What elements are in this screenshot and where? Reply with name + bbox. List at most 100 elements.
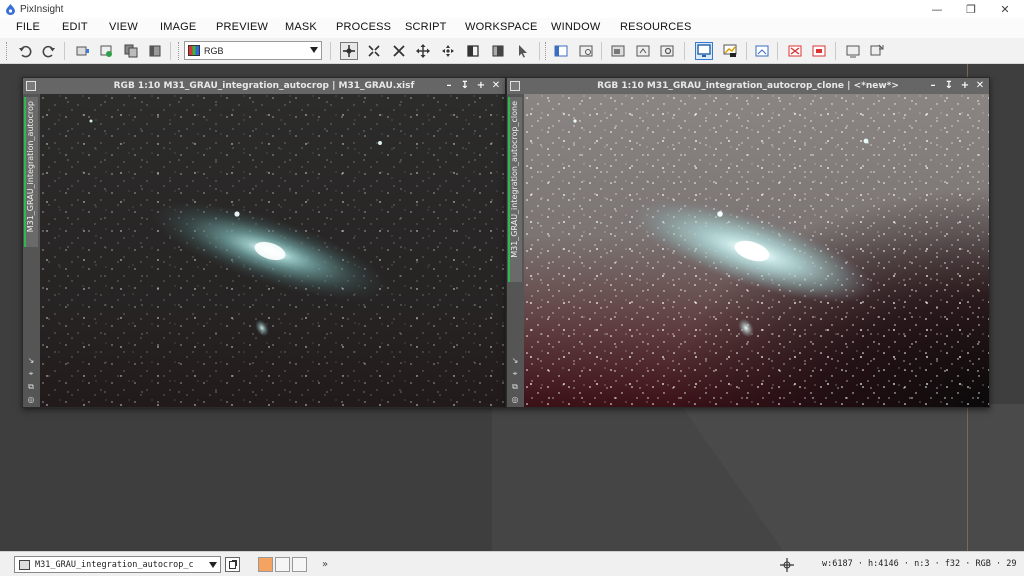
menu-script[interactable]: SCRIPT (405, 21, 447, 33)
separator (330, 42, 331, 60)
close-icon[interactable]: ✕ (988, 0, 1022, 18)
open-refresh-icon[interactable] (98, 42, 116, 60)
separator (746, 42, 747, 60)
zoom-fit-icon[interactable] (365, 42, 383, 60)
view-explorer-icon[interactable] (577, 42, 595, 60)
toolbar: RGB (0, 38, 1024, 64)
iconize-icon[interactable]: ↧ (943, 79, 955, 93)
image-info: w:6187 · h:4146 · n:3 · f32 · RGB · 29 (822, 559, 1017, 569)
auto-stretch-icon[interactable] (721, 42, 739, 60)
shade-icon[interactable]: – (443, 79, 455, 93)
image-canvas[interactable] (524, 94, 989, 407)
stf-swatch-white-2[interactable] (292, 557, 307, 572)
copy-icon[interactable]: ⧉ (510, 382, 520, 392)
target-icon[interactable]: ◎ (26, 395, 36, 405)
chevron-down-icon (209, 562, 217, 568)
view-identifier-tab[interactable]: M31_GRAU_integration_autocrop_clone (508, 97, 522, 282)
separator (777, 42, 778, 60)
color-mode-value: RGB (204, 45, 224, 56)
view-identifier-tab[interactable]: M31_GRAU_integration_autocrop (24, 97, 38, 247)
image-window-title: RGB 1:10 M31_GRAU_integration_autocrop_c… (597, 81, 899, 91)
zoom-icon[interactable]: ↘ (26, 356, 36, 366)
mask-show-icon[interactable] (753, 42, 771, 60)
mask-invert-icon[interactable] (810, 42, 828, 60)
mask-enable-icon[interactable] (786, 42, 804, 60)
image-window-original[interactable]: RGB 1:10 M31_GRAU_integration_autocrop |… (22, 77, 506, 408)
readout-mode-icon[interactable] (340, 42, 358, 60)
color-mode-select[interactable]: RGB (184, 41, 322, 60)
galaxy-image-stretched (524, 94, 989, 407)
screen-stf-icon[interactable] (695, 42, 713, 60)
toolbar-grip[interactable] (178, 42, 180, 60)
fit-icon[interactable]: ⌖ (26, 369, 36, 379)
center-icon[interactable] (439, 42, 457, 60)
workspace[interactable]: RGB 1:10 M31_GRAU_integration_autocrop |… (0, 64, 1024, 551)
crosshair-icon[interactable] (780, 557, 794, 572)
stf-swatch-white[interactable] (275, 557, 290, 572)
more-button[interactable]: » (322, 559, 328, 570)
explorer-window-icon[interactable] (552, 42, 570, 60)
title-bar: PixInsight — ❐ ✕ (0, 0, 1024, 18)
toolbar-grip[interactable] (545, 42, 547, 60)
pixinsight-logo-icon (4, 3, 16, 15)
pointer-icon[interactable] (514, 42, 532, 60)
extract-icon[interactable] (146, 42, 164, 60)
redo-icon[interactable] (40, 42, 58, 60)
image-window-clone[interactable]: RGB 1:10 M31_GRAU_integration_autocrop_c… (506, 77, 990, 408)
pan-icon[interactable] (414, 42, 432, 60)
view-identifier-label: M31_GRAU_integration_autocrop (26, 101, 35, 233)
view-selector[interactable]: M31_GRAU_integration_autocrop_c (14, 556, 221, 573)
image-canvas[interactable] (40, 94, 505, 407)
menu-bar: FILE EDIT VIEW IMAGE PREVIEW MASK PROCES… (0, 18, 1024, 38)
maximize-icon[interactable]: + (959, 79, 971, 93)
zoom-in-icon[interactable] (390, 42, 408, 60)
view-identifier-label: M31_GRAU_integration_autocrop_clone (510, 101, 519, 258)
search-window-icon[interactable] (658, 42, 676, 60)
app-title: PixInsight (20, 3, 64, 15)
edit-preview-icon[interactable] (489, 42, 507, 60)
process-console-icon[interactable] (609, 42, 627, 60)
minimize-icon[interactable]: — (920, 0, 954, 18)
close-icon[interactable]: ✕ (974, 79, 986, 93)
copy-icon[interactable]: ⧉ (26, 382, 36, 392)
target-icon[interactable]: ◎ (510, 395, 520, 405)
separator (170, 42, 171, 60)
image-window-titlebar[interactable]: RGB 1:10 M31_GRAU_integration_autocrop |… (23, 78, 505, 94)
close-icon[interactable]: ✕ (490, 79, 502, 93)
separator (601, 42, 602, 60)
menu-mask[interactable]: MASK (285, 21, 317, 33)
toolbar-grip[interactable] (6, 42, 8, 60)
maximize-icon[interactable]: + (475, 79, 487, 93)
menu-workspace[interactable]: WORKSPACE (465, 21, 538, 33)
shade-icon[interactable]: – (927, 79, 939, 93)
view-properties-icon[interactable] (844, 42, 862, 60)
menu-image[interactable]: IMAGE (160, 21, 196, 33)
view-mode-icon[interactable] (225, 557, 240, 572)
history-explorer-icon[interactable] (634, 42, 652, 60)
menu-edit[interactable]: EDIT (62, 21, 88, 33)
iconize-icon[interactable]: ↧ (459, 79, 471, 93)
menu-resources[interactable]: RESOURCES (620, 21, 691, 33)
duplicate-icon[interactable] (122, 42, 140, 60)
new-image-icon[interactable] (74, 42, 92, 60)
undo-icon[interactable] (16, 42, 34, 60)
separator (539, 42, 540, 60)
preview-mode-icon[interactable] (464, 42, 482, 60)
view-side-panel: M31_GRAU_integration_autocrop_clone ↘ ⌖ … (507, 94, 524, 407)
chevron-down-icon (310, 47, 318, 53)
separator (684, 42, 685, 60)
galaxy-image (40, 94, 505, 407)
restore-icon[interactable]: ❐ (954, 0, 988, 18)
menu-process[interactable]: PROCESS (336, 21, 391, 33)
menu-file[interactable]: FILE (16, 21, 40, 33)
menu-window[interactable]: WINDOW (551, 21, 600, 33)
separator (835, 42, 836, 60)
stf-swatch-orange[interactable] (258, 557, 273, 572)
image-window-title: RGB 1:10 M31_GRAU_integration_autocrop |… (113, 81, 415, 91)
view-transform-icon[interactable] (868, 42, 886, 60)
menu-view[interactable]: VIEW (109, 21, 138, 33)
zoom-icon[interactable]: ↘ (510, 356, 520, 366)
fit-icon[interactable]: ⌖ (510, 369, 520, 379)
menu-preview[interactable]: PREVIEW (216, 21, 268, 33)
image-window-titlebar[interactable]: RGB 1:10 M31_GRAU_integration_autocrop_c… (507, 78, 989, 94)
